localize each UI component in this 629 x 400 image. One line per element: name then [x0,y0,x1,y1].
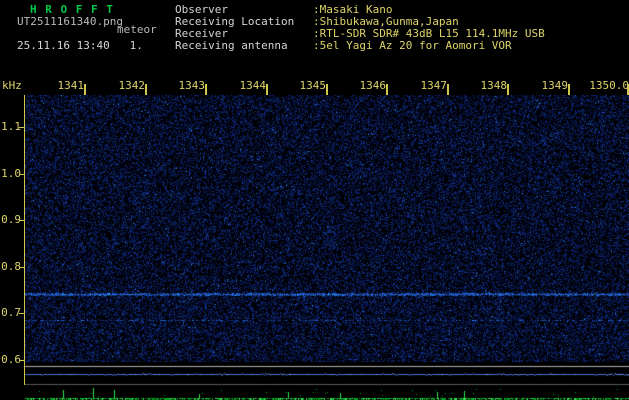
x-axis-tick [84,84,86,95]
info-value-observer: :Masaki Kano [313,4,392,15]
timestamp: 25.11.16 13:40 1. [17,40,143,51]
y-axis-tick [19,174,24,175]
info-value-location: :Shibukawa,Gunma,Japan [313,16,459,27]
y-axis-tick [19,220,24,221]
y-axis-label: 0.6 [0,354,21,365]
x-axis-tick [386,84,388,95]
spectrogram-canvas [0,0,629,400]
x-axis-tick [326,84,328,95]
x-axis-label: 1347 [420,80,447,91]
x-axis-label: 1345 [299,80,326,91]
y-axis-tick [19,267,24,268]
observation-mode: meteor [117,24,157,35]
x-axis-label: 1342 [118,80,145,91]
x-axis-label: 1349 [541,80,568,91]
x-axis-label: 1344 [239,80,266,91]
y-axis-tick [19,313,24,314]
y-axis-line [24,95,25,385]
x-axis-tick [507,84,509,95]
y-axis-label: 0.9 [0,214,21,225]
x-axis-label: 1350.0 [588,80,629,91]
x-axis-tick [447,84,449,95]
info-value-antenna: :5el Yagi Az 20 for Aomori VOR [313,40,512,51]
y-axis-tick [19,360,24,361]
hrofft-output-image: H R O F F T UT2511161340.png meteor 25.1… [0,0,629,400]
y-axis-unit-label: kHz [2,80,22,91]
x-axis-tick [568,84,570,95]
y-axis-label: 0.8 [0,261,21,272]
x-axis-tick [145,84,147,95]
y-axis-tick [19,127,24,128]
info-label-location: Receiving Location [175,16,294,27]
info-label-observer: Observer [175,4,228,15]
info-value-receiver: :RTL-SDR SDR# 43dB L15 114.1MHz USB [313,28,545,39]
x-axis-tick [205,84,207,95]
app-title: H R O F F T [30,4,114,15]
x-axis-tick [266,84,268,95]
x-axis-label: 1341 [57,80,84,91]
x-axis-label: 1348 [480,80,507,91]
y-axis-label: 0.7 [0,307,21,318]
y-axis-label: 1.1 [0,121,21,132]
y-axis-label: 1.0 [0,168,21,179]
x-axis-label: 1346 [359,80,386,91]
info-label-antenna: Receiving antenna [175,40,288,51]
info-label-receiver: Receiver [175,28,228,39]
x-axis-label: 1343 [178,80,205,91]
output-filename: UT2511161340.png [17,16,123,27]
